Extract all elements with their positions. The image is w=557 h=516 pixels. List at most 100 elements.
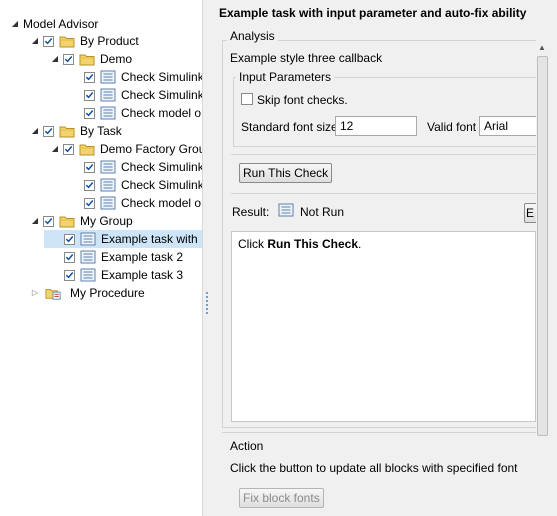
tree-leaf-label: Example task with [101, 232, 198, 246]
checkbox-checked-icon[interactable] [63, 53, 74, 65]
tree-node-by-task[interactable]: ◢ By Task [30, 122, 122, 140]
expanded-arrow-icon[interactable]: ◢ [30, 32, 40, 50]
tree-node-my-group[interactable]: ◢ My Group [30, 212, 133, 230]
tree-leaf-check[interactable]: Check Simulink [84, 68, 202, 86]
scrollbar-thumb[interactable] [537, 56, 548, 436]
expanded-arrow-icon[interactable]: ◢ [50, 50, 60, 68]
vertical-scrollbar[interactable]: ▲ [536, 40, 550, 516]
splitter-grip-icon[interactable] [206, 292, 208, 314]
tree-node-my-procedure[interactable]: ▷ My Procedure [30, 284, 145, 302]
checkbox-checked-icon[interactable] [84, 107, 95, 119]
checkbox-checked-icon[interactable] [84, 197, 95, 209]
tree-node-label: By Product [80, 34, 139, 48]
valid-font-label: Valid font [427, 120, 477, 134]
standard-font-size-label: Standard font size [241, 120, 338, 134]
input-parameters-label: Input Parameters [236, 70, 335, 84]
result-label: Result: [232, 205, 270, 219]
expanded-arrow-icon[interactable]: ◢ [30, 122, 40, 140]
check-details-panel: Example task with input parameter and au… [211, 0, 557, 516]
separator [231, 154, 537, 155]
checkbox-checked-icon[interactable] [43, 215, 54, 227]
tree-node-label: My Group [80, 214, 133, 228]
result-text-pre: Click [238, 237, 268, 251]
tree-leaf-check[interactable]: Check Simulink [84, 176, 202, 194]
checkbox-checked-icon[interactable] [64, 233, 75, 245]
tree-leaf-label: Check model o [121, 106, 202, 120]
folder-icon [59, 34, 75, 48]
folder-icon [79, 142, 95, 156]
model-advisor-tree[interactable]: ◢ Model Advisor ◢ By Product ◢ Demo Chec… [0, 0, 202, 516]
input-parameters-group [233, 77, 540, 147]
tree-node-demo-factory-group[interactable]: ◢ Demo Factory Grou [50, 140, 202, 158]
checkbox-checked-icon[interactable] [84, 89, 95, 101]
tree-leaf-task[interactable]: Example task 3 [64, 266, 183, 284]
task-document-icon [80, 250, 96, 264]
tree-leaf-selected[interactable]: Example task with [44, 230, 202, 248]
check-document-icon [100, 196, 116, 210]
separator [222, 432, 536, 433]
result-status: Not Run [300, 205, 345, 219]
action-label: Action [230, 439, 264, 453]
tree-leaf-check[interactable]: Check Simulink [84, 86, 202, 104]
folder-icon [59, 124, 75, 138]
tree-node-label: Demo [100, 52, 133, 66]
check-document-icon [100, 106, 116, 120]
analysis-description: Example style three callback [230, 51, 383, 65]
tree-node-label: Demo Factory Grou [100, 142, 202, 156]
standard-font-size-input[interactable]: 12 [335, 116, 417, 136]
tree-leaf-label: Check Simulink [121, 178, 202, 192]
check-document-icon [100, 160, 116, 174]
run-this-check-button[interactable]: Run This Check [239, 163, 333, 183]
checkbox-checked-icon[interactable] [43, 125, 54, 137]
action-description: Click the button to update all blocks wi… [230, 461, 518, 475]
panel-title: Example task with input parameter and au… [219, 6, 527, 20]
tree-leaf-label: Check Simulink [121, 70, 202, 84]
task-document-icon [80, 232, 96, 246]
fix-block-fonts-button[interactable]: Fix block fonts [239, 488, 324, 508]
skip-font-checkbox[interactable] [241, 93, 253, 105]
tree-root-label: Model Advisor [23, 17, 99, 31]
checkbox-checked-icon[interactable] [64, 269, 75, 281]
tree-leaf-check[interactable]: Check Simulink [84, 158, 202, 176]
procedure-icon [45, 286, 61, 300]
analysis-label: Analysis [227, 29, 278, 43]
tree-node-demo[interactable]: ◢ Demo [50, 50, 132, 68]
tree-leaf-label: Example task 2 [101, 250, 184, 264]
valid-font-input[interactable]: Arial [479, 116, 539, 136]
expanded-arrow-icon[interactable]: ◢ [50, 140, 60, 158]
result-report-area: Click Run This Check. [231, 231, 536, 422]
checkbox-checked-icon[interactable] [84, 71, 95, 83]
checkbox-checked-icon[interactable] [43, 35, 54, 47]
skip-font-label: Skip font checks. [257, 93, 348, 107]
tree-node-label: By Task [80, 124, 122, 138]
folder-icon [79, 52, 95, 66]
checkbox-checked-icon[interactable] [84, 179, 95, 191]
separator [231, 193, 537, 194]
tree-node-label: My Procedure [70, 286, 145, 300]
tree-root[interactable]: ◢ Model Advisor [10, 15, 98, 33]
result-status-icon [278, 203, 294, 217]
tree-leaf-check[interactable]: Check model o [84, 104, 201, 122]
check-document-icon [100, 88, 116, 102]
result-text-post: . [358, 237, 362, 251]
tree-node-by-product[interactable]: ◢ By Product [30, 32, 139, 50]
checkbox-checked-icon[interactable] [63, 143, 74, 155]
scroll-up-arrow-icon[interactable]: ▲ [538, 43, 546, 52]
expanded-arrow-icon[interactable]: ◢ [10, 15, 20, 33]
checkbox-checked-icon[interactable] [84, 161, 95, 173]
task-document-icon [80, 268, 96, 282]
result-text-bold: Run This Check [267, 237, 359, 251]
tree-leaf-label: Check Simulink [121, 88, 202, 102]
folder-icon [59, 214, 75, 228]
result-text: Click Run This Check. [238, 237, 361, 251]
tree-leaf-label: Check Simulink [121, 160, 202, 174]
check-document-icon [100, 70, 116, 84]
checkbox-checked-icon[interactable] [64, 251, 75, 263]
tree-leaf-label: Example task 3 [101, 268, 184, 282]
collapsed-arrow-icon[interactable]: ▷ [30, 284, 40, 302]
tree-leaf-task[interactable]: Example task 2 [64, 248, 183, 266]
check-document-icon [100, 178, 116, 192]
tree-leaf-check[interactable]: Check model o [84, 194, 201, 212]
expanded-arrow-icon[interactable]: ◢ [30, 212, 40, 230]
tree-leaf-label: Check model o [121, 196, 202, 210]
